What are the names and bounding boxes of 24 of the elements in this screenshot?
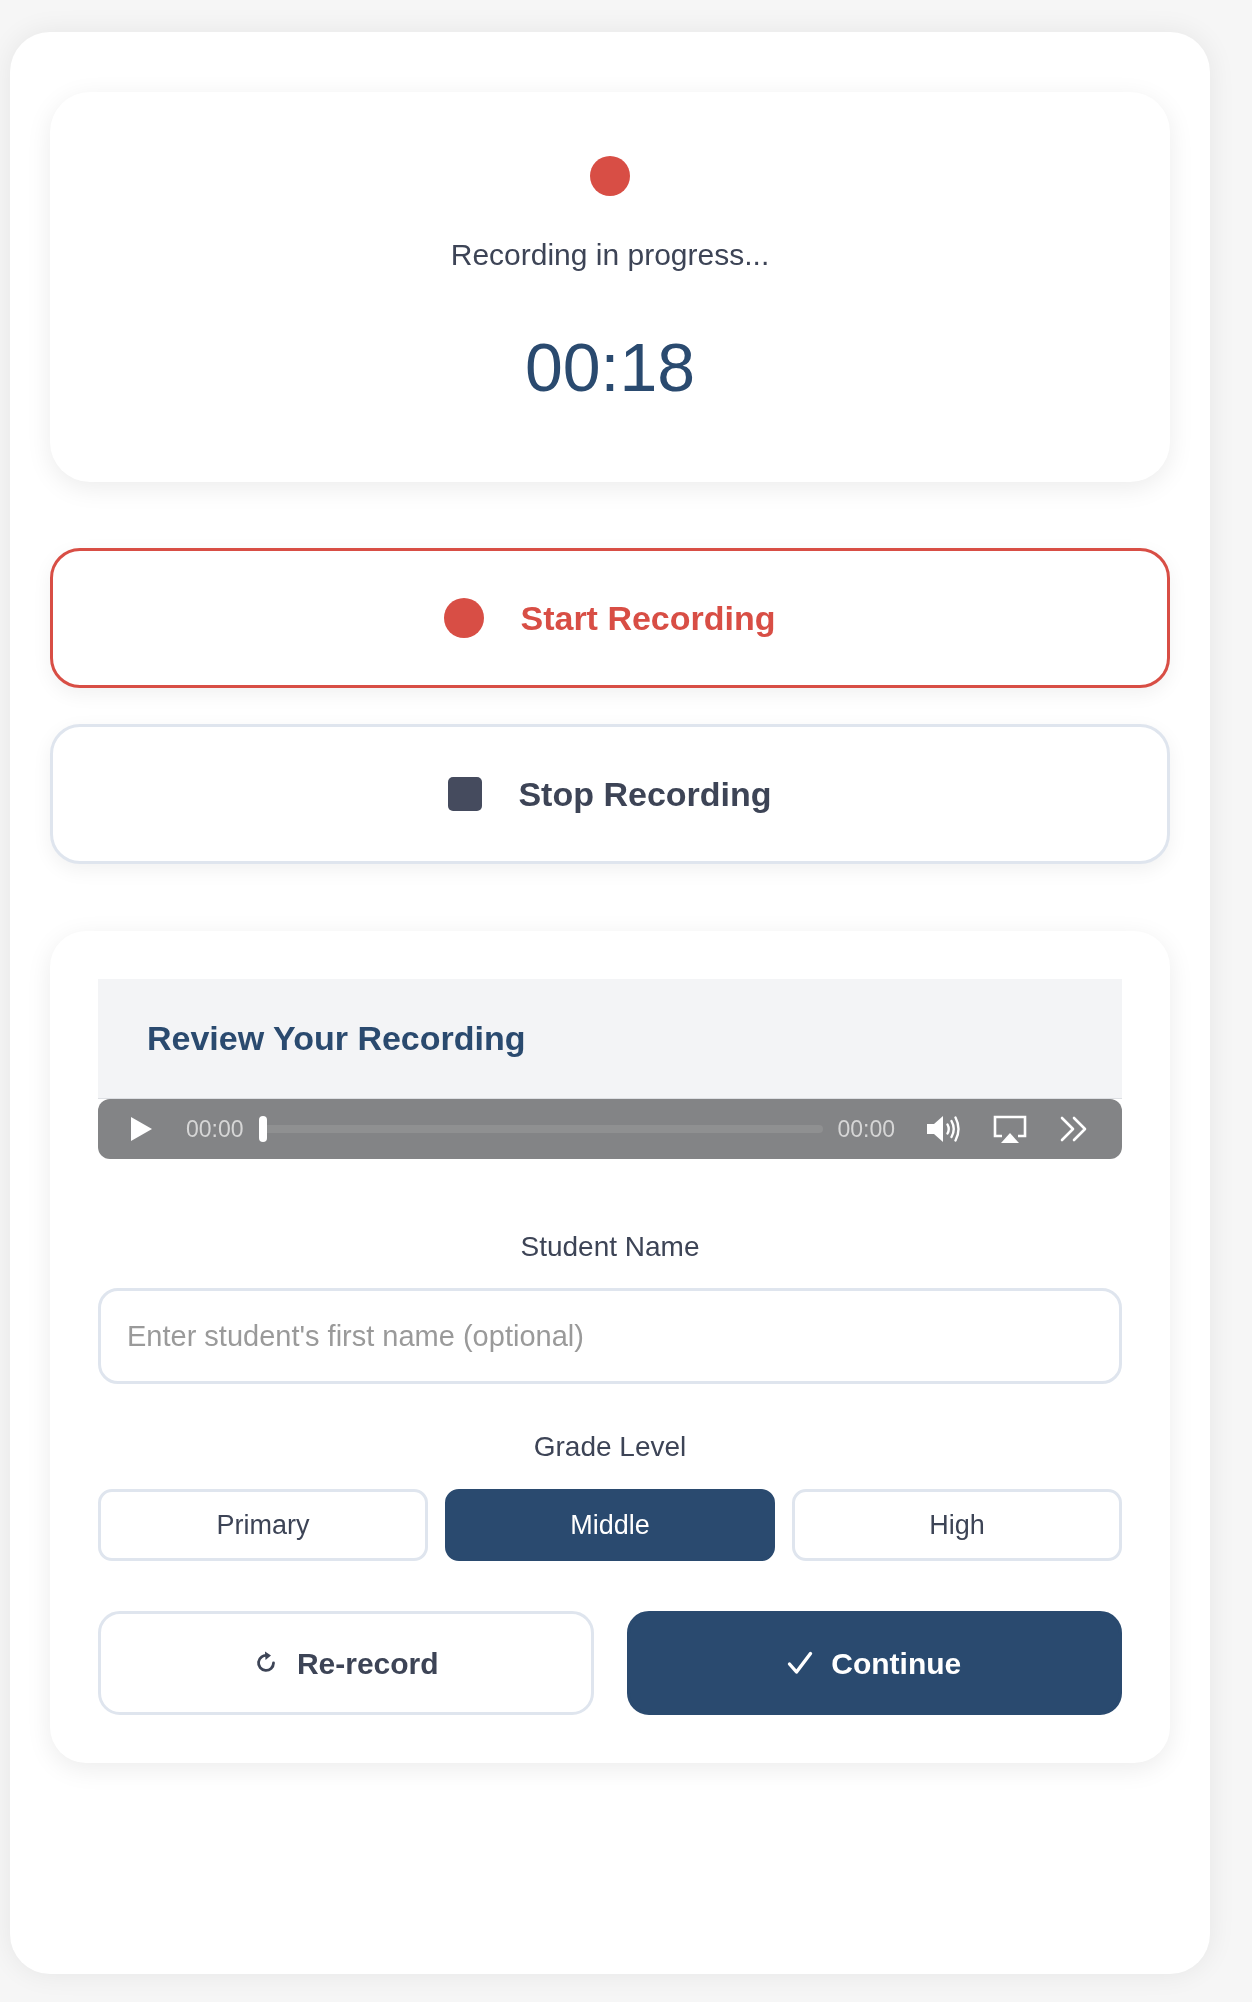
seek-thumb[interactable] [258, 1116, 267, 1142]
record-icon [444, 598, 485, 638]
stop-recording-button[interactable]: Stop Recording [50, 724, 1170, 864]
elapsed-timer: 00:18 [524, 333, 696, 401]
review-title: Review Your Recording [147, 1018, 526, 1059]
check-icon [787, 1651, 814, 1675]
play-icon[interactable] [131, 1117, 152, 1141]
current-time: 00:00 [186, 1115, 244, 1143]
double-chevron-icon[interactable] [1059, 1116, 1089, 1142]
student-name-input[interactable]: Enter student's first name (optional) [98, 1288, 1122, 1384]
volume-icon[interactable] [926, 1114, 962, 1144]
continue-button[interactable]: Continue [626, 1611, 1122, 1715]
grade-option[interactable]: Middle [445, 1489, 775, 1561]
grade-level-label: Grade Level [532, 1430, 688, 1464]
cast-screen-icon[interactable] [993, 1115, 1027, 1143]
start-recording-button[interactable]: Start Recording [50, 548, 1170, 688]
seek-slider[interactable] [258, 1116, 824, 1142]
re-record-button[interactable]: Re-record [98, 1611, 594, 1715]
student-name-label: Student Name [519, 1230, 701, 1264]
grade-option[interactable]: Primary [98, 1489, 428, 1561]
duration-time: 00:00 [837, 1115, 895, 1143]
status-message: Recording in progress... [450, 237, 770, 273]
stop-icon [448, 777, 483, 811]
grade-option[interactable]: High [792, 1489, 1122, 1561]
